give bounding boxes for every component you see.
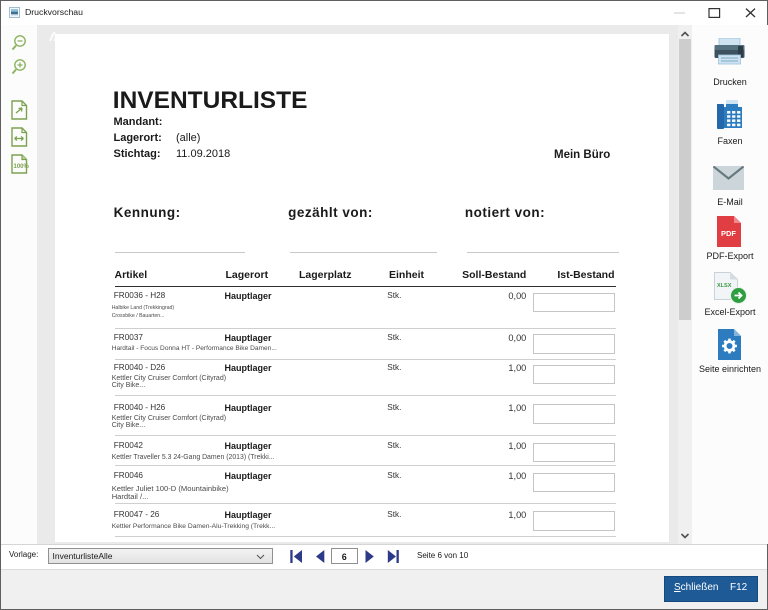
svg-text:XLSX: XLSX xyxy=(717,283,732,289)
svg-text:100%: 100% xyxy=(14,164,30,170)
svg-text:PDF: PDF xyxy=(721,229,736,238)
